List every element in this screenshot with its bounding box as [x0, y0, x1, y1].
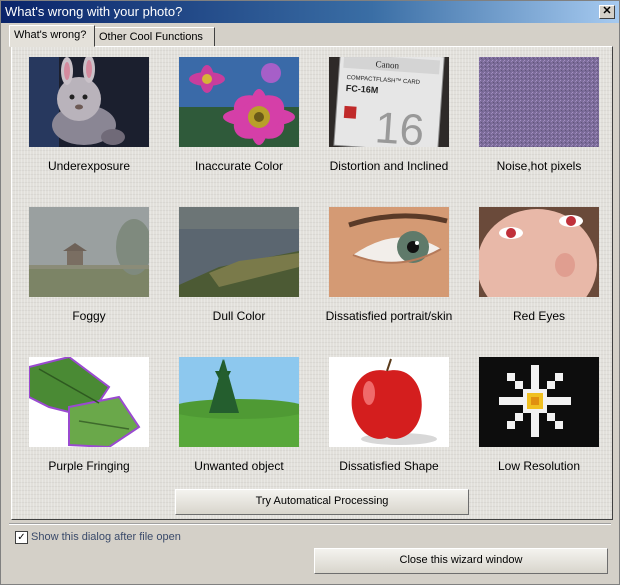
wizard-window: What's wrong with your photo? ✕ What's w…: [0, 0, 620, 585]
teddy-bear-dark-photo[interactable]: [29, 57, 149, 147]
item-unwanted-object[interactable]: Unwanted object: [164, 347, 314, 497]
item-label: Red Eyes: [512, 309, 566, 323]
tab-other-cool-functions[interactable]: Other Cool Functions: [94, 27, 215, 47]
tree-field-photo[interactable]: [179, 357, 299, 447]
item-purple-fringing[interactable]: Purple Fringing: [14, 347, 164, 497]
pixelated-flower-photo[interactable]: [479, 357, 599, 447]
item-label: Noise,hot pixels: [496, 159, 582, 173]
item-label: Distortion and Inclined: [329, 159, 449, 173]
window-title: What's wrong with your photo?: [5, 4, 183, 19]
tab-panel: Underexposure Inaccurate Color Canon COM…: [11, 46, 613, 520]
card-size: 16: [373, 103, 425, 147]
red-apple-photo[interactable]: [329, 357, 449, 447]
item-label: Purple Fringing: [48, 459, 130, 473]
item-label: Low Resolution: [497, 459, 581, 473]
item-foggy[interactable]: Foggy: [14, 197, 164, 347]
compactflash-card-photo[interactable]: Canon COMPACTFLASH™ CARD FC-16M 16: [329, 57, 449, 147]
item-label: Inaccurate Color: [194, 159, 284, 173]
item-dull-color[interactable]: Dull Color: [164, 197, 314, 347]
red-eyes-face-photo[interactable]: [479, 207, 599, 297]
eye-closeup-photo[interactable]: [329, 207, 449, 297]
item-label: Underexposure: [47, 159, 131, 173]
foggy-landscape-photo[interactable]: [29, 207, 149, 297]
card-brand: Canon: [375, 59, 400, 71]
item-label: Unwanted object: [194, 459, 284, 473]
item-dissatisfied-shape[interactable]: Dissatisfied Shape: [314, 347, 464, 497]
item-red-eyes[interactable]: Red Eyes: [464, 197, 614, 347]
item-noise-hot-pixels[interactable]: Noise,hot pixels: [464, 47, 614, 197]
try-automatical-processing-button[interactable]: Try Automatical Processing: [175, 489, 469, 515]
item-inaccurate-color[interactable]: Inaccurate Color: [164, 47, 314, 197]
divider: [9, 523, 611, 525]
item-underexposure[interactable]: Underexposure: [14, 47, 164, 197]
item-label: Dissatisfied Shape: [339, 459, 439, 473]
show-dialog-checkbox[interactable]: ✓: [15, 531, 28, 544]
tab-whats-wrong[interactable]: What's wrong?: [9, 25, 95, 47]
item-low-resolution[interactable]: Low Resolution: [464, 347, 614, 497]
item-label: Dissatisfied portrait/skin: [325, 309, 453, 323]
lake-shore-photo[interactable]: [179, 207, 299, 297]
close-icon[interactable]: ✕: [599, 5, 615, 19]
pink-flower-photo[interactable]: [179, 57, 299, 147]
item-label: Foggy: [72, 309, 106, 323]
leaves-fringing-photo[interactable]: [29, 357, 149, 447]
item-label: Dull Color: [212, 309, 266, 323]
show-dialog-label[interactable]: Show this dialog after file open: [31, 531, 181, 543]
item-distortion-inclined[interactable]: Canon COMPACTFLASH™ CARD FC-16M 16 Disto…: [314, 47, 464, 197]
close-wizard-button[interactable]: Close this wizard window: [314, 548, 608, 574]
noise-texture-photo[interactable]: [479, 57, 599, 147]
title-bar[interactable]: What's wrong with your photo? ✕: [1, 1, 619, 23]
item-dissatisfied-portrait[interactable]: Dissatisfied portrait/skin: [314, 197, 464, 347]
